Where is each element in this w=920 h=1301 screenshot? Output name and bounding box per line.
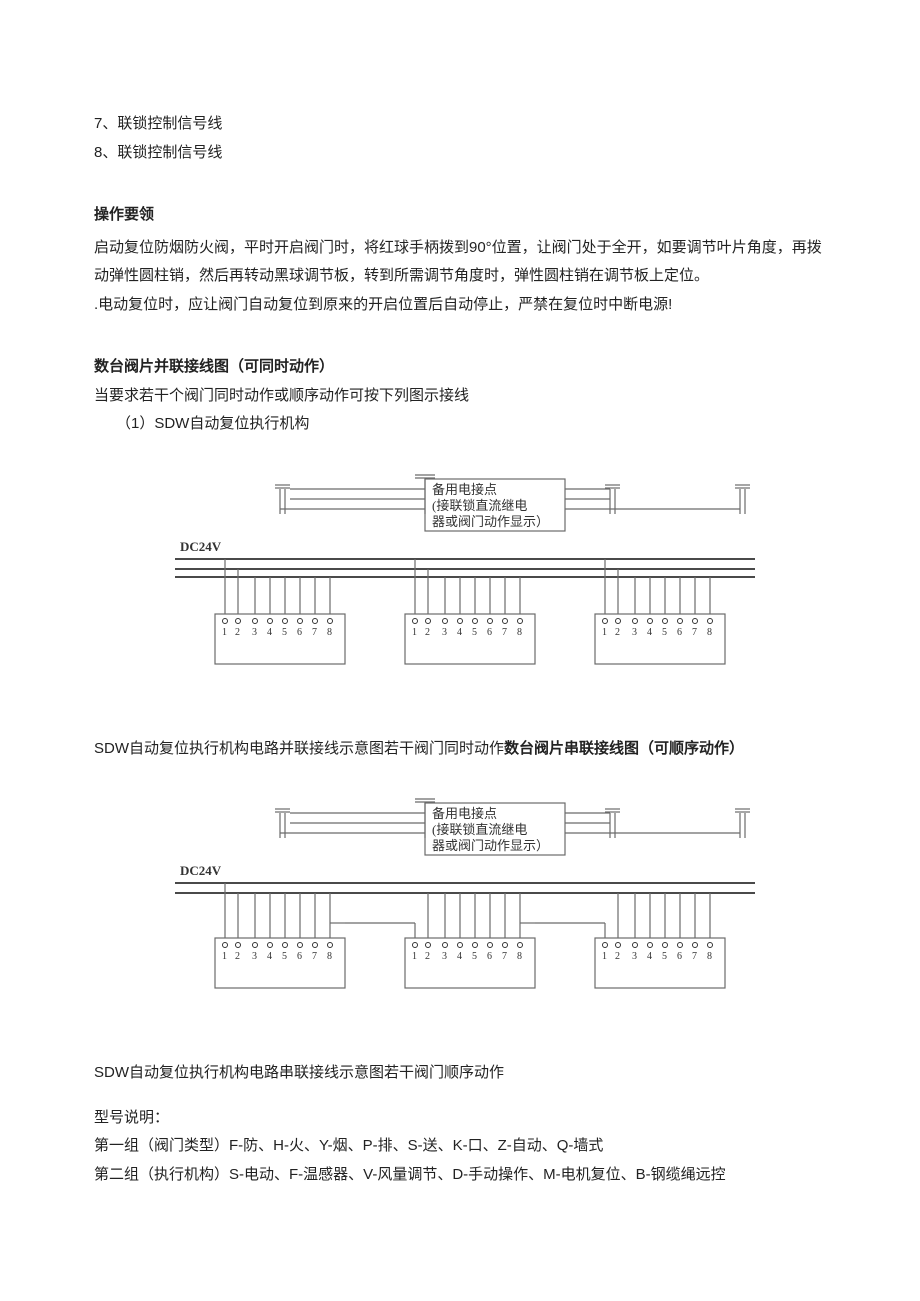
svg-text:6: 6 <box>487 627 492 638</box>
model-description-line2: 第二组（执行机构）S-电动、F-温感器、V-风量调节、D-手动操作、M-电机复位… <box>94 1161 826 1190</box>
svg-text:7: 7 <box>692 627 697 638</box>
parallel-wiring-heading: 数台阀片并联接线图（可同时动作） <box>94 353 826 382</box>
svg-text:1: 1 <box>412 951 417 962</box>
svg-text:3: 3 <box>252 627 257 638</box>
diagram-annotation-line3: 器或阀门动作显示） <box>432 514 549 529</box>
svg-text:5: 5 <box>282 627 287 638</box>
svg-text:5: 5 <box>662 627 667 638</box>
svg-text:1: 1 <box>602 951 607 962</box>
svg-text:2: 2 <box>615 627 620 638</box>
svg-text:3: 3 <box>442 951 447 962</box>
svg-text:6: 6 <box>297 627 302 638</box>
svg-text:3: 3 <box>442 627 447 638</box>
wiring-module-3s: 1 2 3 4 5 6 7 8 <box>595 893 725 988</box>
svg-text:备用电接点: 备用电接点 <box>432 806 497 821</box>
svg-text:1: 1 <box>412 627 417 638</box>
svg-text:4: 4 <box>267 627 272 638</box>
diagram-annotation-line2: (接联锁直流继电 <box>432 498 527 513</box>
svg-text:6: 6 <box>677 627 682 638</box>
svg-text:1: 1 <box>222 951 227 962</box>
svg-text:8: 8 <box>707 951 712 962</box>
model-description-line1: 第一组（阀门类型）F-防、H-火、Y-烟、P-排、S-送、K-口、Z-自动、Q-… <box>94 1132 826 1161</box>
svg-text:4: 4 <box>457 951 462 962</box>
svg-text:8: 8 <box>517 627 522 638</box>
wiring-module-2: 1 2 3 4 5 6 7 8 <box>405 559 535 664</box>
operation-essentials-heading: 操作要领 <box>94 201 826 230</box>
svg-text:7: 7 <box>312 627 317 638</box>
wiring-module-1s: 1 2 3 4 5 6 7 8 <box>215 883 345 988</box>
svg-text:5: 5 <box>472 627 477 638</box>
svg-text:6: 6 <box>677 951 682 962</box>
svg-text:6: 6 <box>487 951 492 962</box>
operation-paragraph-2: .电动复位时，应让阀门自动复位到原来的开启位置后自动停止，严禁在复位时中断电源! <box>94 291 826 320</box>
svg-text:6: 6 <box>297 951 302 962</box>
svg-text:1: 1 <box>602 627 607 638</box>
list-item-7: 7、联锁控制信号线 <box>94 110 826 139</box>
operation-paragraph-1: 启动复位防烟防火阀，平时开启阀门时，将红球手柄拨到90°位置，让阀门处于全开，如… <box>94 234 826 291</box>
parallel-caption-text: SDW自动复位执行机构电路并联接线示意图若干阀门同时动作 <box>94 740 504 757</box>
svg-text:7: 7 <box>312 951 317 962</box>
svg-text:4: 4 <box>647 627 652 638</box>
svg-text:2: 2 <box>425 951 430 962</box>
svg-text:3: 3 <box>632 951 637 962</box>
svg-text:7: 7 <box>502 627 507 638</box>
series-wiring-heading-inline: 数台阀片串联接线图（可顺序动作） <box>504 740 744 757</box>
dc24v-label: DC24V <box>180 539 222 554</box>
svg-text:器或阀门动作显示）: 器或阀门动作显示） <box>432 838 549 853</box>
svg-text:4: 4 <box>457 627 462 638</box>
wiring-module-3: 1 2 3 4 5 6 7 8 <box>595 559 725 664</box>
svg-text:4: 4 <box>647 951 652 962</box>
diagram-annotation-line1: 备用电接点 <box>432 482 497 497</box>
svg-text:8: 8 <box>517 951 522 962</box>
svg-text:8: 8 <box>327 951 332 962</box>
wiring-module-2s: 1 2 3 4 5 6 7 8 <box>405 893 535 988</box>
svg-text:DC24V: DC24V <box>180 863 222 878</box>
svg-text:3: 3 <box>252 951 257 962</box>
parallel-sub-item-1: （1）SDW自动复位执行机构 <box>94 410 826 439</box>
svg-text:2: 2 <box>425 627 430 638</box>
model-description-heading: 型号说明： <box>94 1104 826 1133</box>
series-diagram-caption: SDW自动复位执行机构电路串联接线示意图若干阀门顺序动作 <box>94 1059 826 1088</box>
parallel-wiring-intro: 当要求若干个阀门同时动作或顺序动作可按下列图示接线 <box>94 382 826 411</box>
svg-text:2: 2 <box>235 627 240 638</box>
svg-text:5: 5 <box>662 951 667 962</box>
parallel-diagram-caption: SDW自动复位执行机构电路并联接线示意图若干阀门同时动作数台阀片串联接线图（可顺… <box>94 735 826 764</box>
wiring-module-1: 1 2 3 4 5 6 7 8 <box>215 559 345 664</box>
svg-text:5: 5 <box>282 951 287 962</box>
svg-text:1: 1 <box>222 627 227 638</box>
svg-text:7: 7 <box>692 951 697 962</box>
svg-text:7: 7 <box>502 951 507 962</box>
svg-text:2: 2 <box>615 951 620 962</box>
series-wiring-diagram: .wline { stroke:#6b6b6b; stroke-width:1.… <box>160 793 760 1013</box>
svg-text:8: 8 <box>707 627 712 638</box>
svg-text:2: 2 <box>235 951 240 962</box>
document-page: 7、联锁控制信号线 8、联锁控制信号线 操作要领 启动复位防烟防火阀，平时开启阀… <box>0 0 920 1249</box>
svg-text:3: 3 <box>632 627 637 638</box>
svg-text:5: 5 <box>472 951 477 962</box>
svg-text:(接联锁直流继电: (接联锁直流继电 <box>432 822 527 837</box>
svg-text:8: 8 <box>327 627 332 638</box>
list-item-8: 8、联锁控制信号线 <box>94 139 826 168</box>
parallel-wiring-diagram: .wline { stroke:#6b6b6b; stroke-width:1.… <box>160 469 760 689</box>
svg-text:4: 4 <box>267 951 272 962</box>
